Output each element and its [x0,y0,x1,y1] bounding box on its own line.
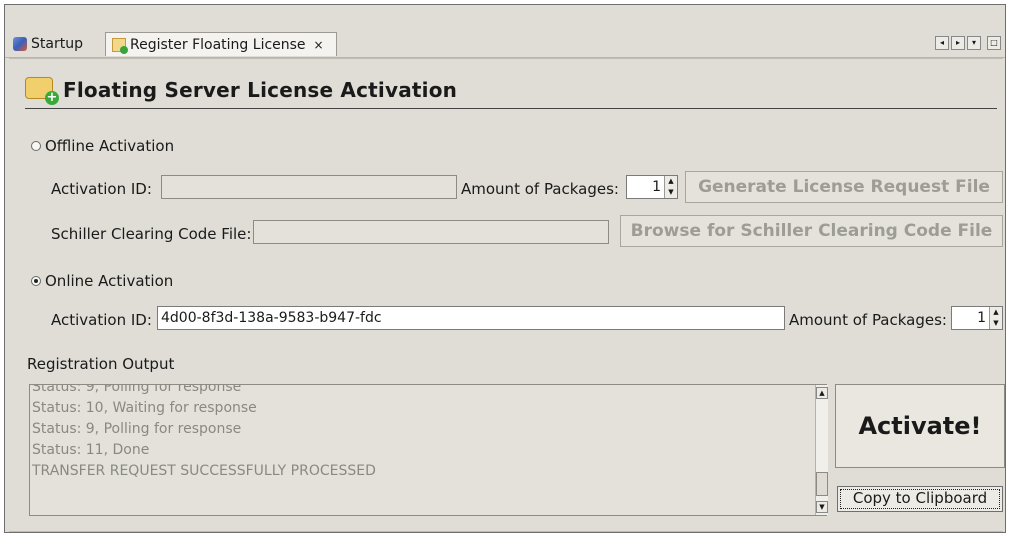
stepper-arrows-icon[interactable]: ▲ ▼ [989,307,1002,329]
offline-activation-id-field[interactable] [161,175,457,199]
generate-license-request-button[interactable]: Generate License Request File [685,171,1003,203]
scroll-down-icon[interactable]: ▼ [816,501,828,513]
clearing-code-file-label: Schiller Clearing Code File: [51,225,252,243]
output-scrollbar[interactable]: ▲ ▼ [815,385,828,515]
app-window: Startup Register Floating License × ◂ ▸ … [4,4,1006,533]
offline-packages-stepper[interactable]: 1 ▲ ▼ [626,175,678,199]
license-activation-panel: + Floating Server License Activation Off… [9,58,1005,532]
copy-to-clipboard-button[interactable]: Copy to Clipboard [837,486,1003,512]
output-lines: Status: 9, Polling for response Status: 1… [32,384,376,482]
output-line: TRANSFER REQUEST SUCCESSFULLY PROCESSED [32,463,376,479]
scroll-up-icon[interactable]: ▲ [816,387,828,399]
stepper-arrows-icon[interactable]: ▲ ▼ [664,176,677,198]
online-packages-stepper[interactable]: 1 ▲ ▼ [951,306,1003,330]
tab-bar: Startup Register Floating License × ◂ ▸ … [5,30,1005,58]
browse-clearing-code-button[interactable]: Browse for Schiller Clearing Code File [620,215,1003,247]
activate-button[interactable]: Activate! [835,384,1005,468]
online-activation-id-label: Activation ID: [51,311,152,329]
offline-packages-label: Amount of Packages: [461,180,619,198]
title-divider [25,108,997,109]
maximize-icon[interactable]: □ [987,36,1001,50]
online-activation-label: Online Activation [45,272,174,290]
online-activation-id-field[interactable]: 4d00-8f3d-138a-9583-b947-fdc [157,306,785,330]
output-line: Status: 9, Polling for response [32,421,242,437]
radio-button[interactable] [31,141,41,151]
tab-label: Register Floating License [130,36,306,53]
close-icon[interactable]: × [314,38,324,52]
page-header: + Floating Server License Activation [25,77,458,105]
output-line: Status: 10, Waiting for response [32,400,257,416]
online-packages-label: Amount of Packages: [789,311,947,329]
packages-value: 1 [652,179,661,195]
page-title: Floating Server License Activation [63,78,458,102]
tab-register-floating-license[interactable]: Register Floating License × [105,32,337,56]
offline-activation-label: Offline Activation [45,137,175,155]
view-controls: ◂ ▸ ▾ □ [935,36,1001,50]
registration-output-box[interactable]: Status: 9, Polling for response Status: 1… [29,384,827,516]
offline-activation-radio[interactable]: Offline Activation [31,137,174,155]
output-line: Status: 9, Polling for response [32,384,242,395]
packages-value: 1 [977,310,986,326]
radio-button-selected[interactable] [31,276,41,286]
dropdown-icon[interactable]: ▾ [967,36,981,50]
scroll-left-icon[interactable]: ◂ [935,36,949,50]
scroll-right-icon[interactable]: ▸ [951,36,965,50]
output-line: Status: 11, Done [32,442,150,458]
startup-icon [13,37,27,51]
license-scroll-add-icon: + [25,77,59,105]
online-activation-radio[interactable]: Online Activation [31,272,173,290]
clearing-code-file-field[interactable] [253,220,609,244]
tab-label: Startup [31,36,83,52]
offline-activation-id-label: Activation ID: [51,180,152,198]
tab-startup[interactable]: Startup [7,32,89,56]
registration-output-label: Registration Output [27,355,175,373]
scroll-thumb[interactable] [816,472,828,496]
register-license-icon [112,37,128,54]
